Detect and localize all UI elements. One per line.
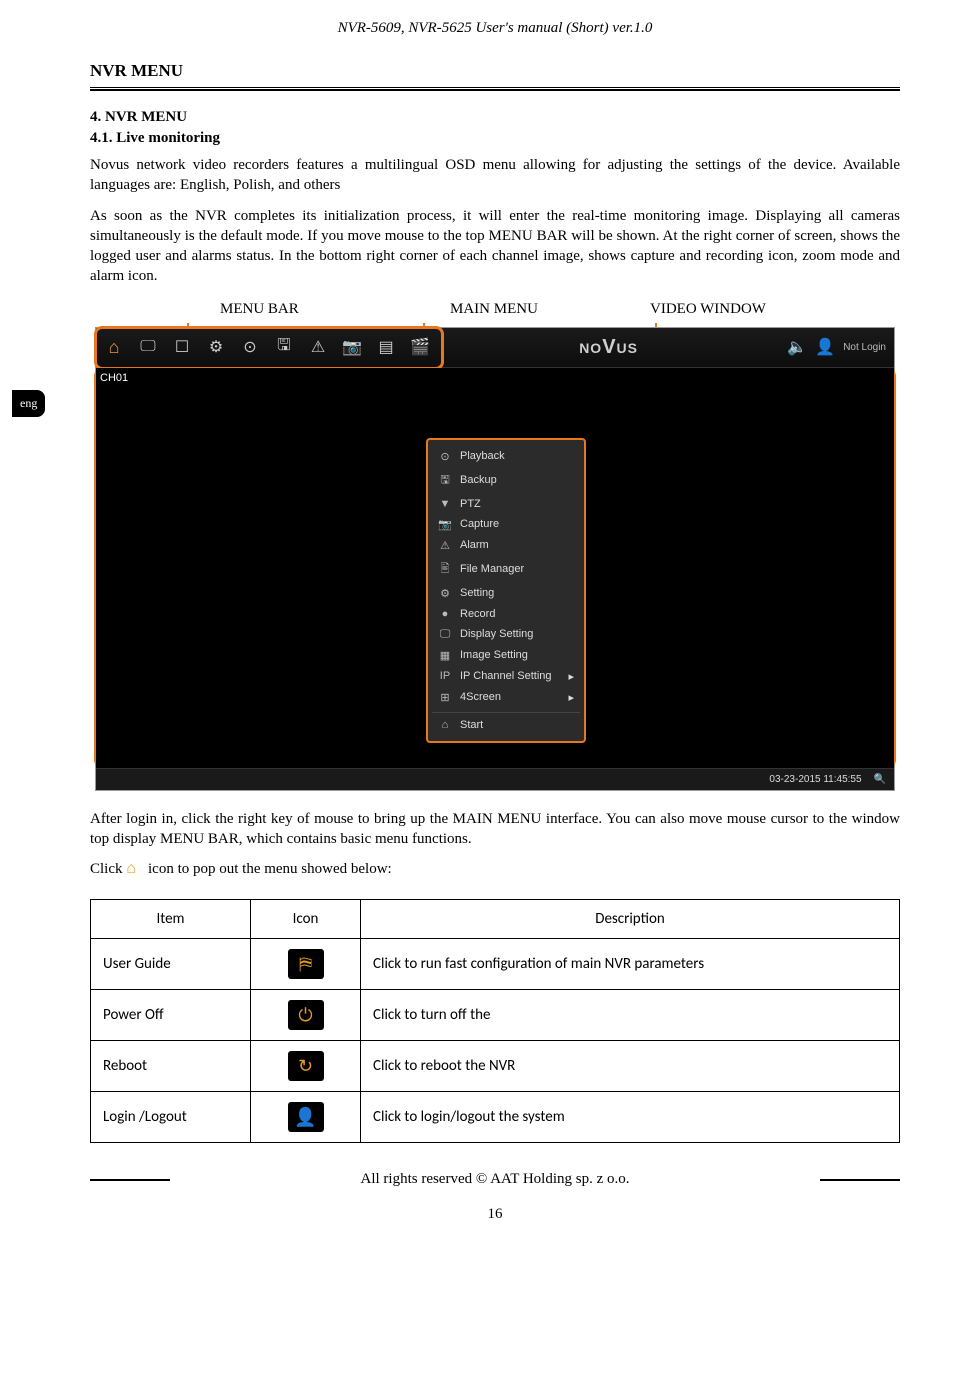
video-window[interactable]: CH01 ⊙Playback 🖫Backup ▼PTZ 📷Capture ⚠Al…	[96, 368, 894, 768]
clapper-icon[interactable]: 🎬	[410, 337, 430, 357]
th-icon: Icon	[251, 900, 361, 939]
nvr-screenshot: ⌂ 🖵 ☐ ⚙ ⊙ 🖫 ⚠ 📷 ▤ 🎬 NOVUS 🔈 👤 Not Login …	[95, 327, 895, 791]
table-row: Reboot ↻ Click to reboot the NVR	[91, 1041, 900, 1092]
context-menu[interactable]: ⊙Playback 🖫Backup ▼PTZ 📷Capture ⚠Alarm 🖹…	[426, 438, 586, 743]
section-title: NVR MENU	[90, 61, 900, 81]
cell-icon: 👤	[251, 1092, 361, 1143]
paragraph-detail: As soon as the NVR completes its initial…	[90, 206, 900, 287]
ctx-capture[interactable]: 📷Capture	[432, 514, 580, 535]
cell-desc: Click to turn off the	[361, 990, 900, 1041]
footer-text: All rights reserved © AAT Holding sp. z …	[182, 1171, 808, 1188]
nvr-menu-bar[interactable]: ⌂ 🖵 ☐ ⚙ ⊙ 🖫 ⚠ 📷 ▤ 🎬 NOVUS 🔈 👤 Not Login	[96, 328, 894, 368]
th-item: Item	[91, 900, 251, 939]
timestamp: 03-23-2015 11:45:55	[769, 774, 861, 785]
section-rule	[90, 87, 900, 91]
power-icon: ⏻	[288, 1000, 324, 1030]
label-main-menu: MAIN MENU	[450, 301, 538, 318]
ctx-alarm[interactable]: ⚠Alarm	[432, 535, 580, 556]
cell-icon: ↻	[251, 1041, 361, 1092]
inline-home-icon: ⌂	[126, 862, 144, 878]
zoom-icon[interactable]: 🔍	[874, 774, 886, 785]
heading-4: 4. NVR MENU	[90, 109, 900, 126]
nvr-status-bar: 03-23-2015 11:45:55 🔍	[96, 768, 894, 790]
alarm-icon[interactable]: ⚠	[308, 337, 328, 357]
ctx-image-setting[interactable]: ▦Image Setting	[432, 645, 580, 666]
screenshot-labels: MENU BAR MAIN MENU VIDEO WINDOW	[90, 301, 900, 327]
icon-table: Item Icon Description User Guide ⛿ Click…	[90, 899, 900, 1143]
switch-icon[interactable]: ☐	[172, 337, 192, 357]
user-icon: 👤	[288, 1102, 324, 1132]
signpost-icon: ⛿	[288, 949, 324, 979]
home-icon[interactable]: ⌂	[104, 337, 124, 357]
brand-logo: NOVUS	[444, 336, 773, 359]
label-video-window: VIDEO WINDOW	[650, 301, 766, 318]
cell-desc: Click to reboot the NVR	[361, 1041, 900, 1092]
play-icon[interactable]: ⊙	[240, 337, 260, 357]
channel-label: CH01	[100, 372, 128, 384]
gear-icon[interactable]: ⚙	[206, 337, 226, 357]
speaker-icon[interactable]: 🔈	[787, 337, 807, 357]
ctx-start[interactable]: ⌂Start	[432, 712, 580, 735]
language-tab: eng	[12, 390, 45, 417]
monitor-icon[interactable]: 🖵	[138, 337, 158, 357]
footer-row: All rights reserved © AAT Holding sp. z …	[90, 1171, 900, 1188]
ctx-setting[interactable]: ⚙Setting	[432, 583, 580, 604]
cell-desc: Click to run fast configuration of main …	[361, 939, 900, 990]
heading-4-1: 4.1. Live monitoring	[90, 130, 900, 147]
user-status-icon: 👤	[815, 337, 835, 357]
cell-icon: ⛿	[251, 939, 361, 990]
save-icon[interactable]: 🖫	[274, 337, 294, 357]
label-menu-bar: MENU BAR	[220, 301, 299, 318]
list-icon[interactable]: ▤	[376, 337, 396, 357]
reboot-icon: ↻	[288, 1051, 324, 1081]
paragraph-intro: Novus network video recorders features a…	[90, 155, 900, 196]
doc-header: NVR-5609, NVR-5625 User's manual (Short)…	[90, 20, 900, 37]
ctx-file-manager[interactable]: 🖹File Manager	[432, 556, 580, 583]
cell-icon: ⏻	[251, 990, 361, 1041]
ctx-playback[interactable]: ⊙Playback	[432, 446, 580, 467]
cell-item: Power Off	[91, 990, 251, 1041]
page-number: 16	[90, 1206, 900, 1223]
paragraph-after1: After login in, click the right key of m…	[90, 809, 900, 850]
cell-desc: Click to login/logout the system	[361, 1092, 900, 1143]
ctx-backup[interactable]: 🖫Backup	[432, 467, 580, 494]
table-row: Login /Logout 👤 Click to login/logout th…	[91, 1092, 900, 1143]
table-row: User Guide ⛿ Click to run fast configura…	[91, 939, 900, 990]
cell-item: Reboot	[91, 1041, 251, 1092]
ctx-record[interactable]: ●Record	[432, 604, 580, 624]
login-status: Not Login	[843, 342, 886, 353]
ctx-ip-channel[interactable]: IPIP Channel Setting▸	[432, 666, 580, 687]
cell-item: User Guide	[91, 939, 251, 990]
cell-item: Login /Logout	[91, 1092, 251, 1143]
camera-icon[interactable]: 📷	[342, 337, 362, 357]
ctx-ptz[interactable]: ▼PTZ	[432, 494, 580, 514]
th-desc: Description	[361, 900, 900, 939]
ctx-display-setting[interactable]: 🖵Display Setting	[432, 624, 580, 645]
table-row: Power Off ⏻ Click to turn off the	[91, 990, 900, 1041]
paragraph-after2: Click ⌂ icon to pop out the menu showed …	[90, 859, 900, 879]
ctx-4screen[interactable]: ⊞4Screen▸	[432, 687, 580, 708]
